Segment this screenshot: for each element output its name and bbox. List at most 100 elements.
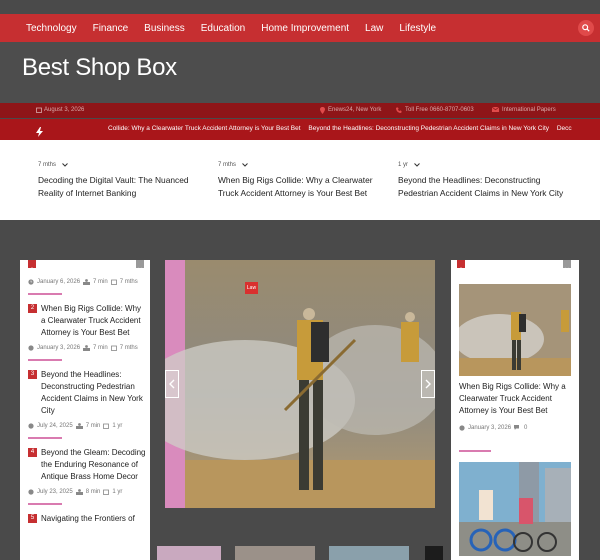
- phone-number[interactable]: Toll Free 0660-8707-0603: [405, 107, 474, 113]
- featured-post: 7 mths When Big Rigs Collide: Why a Clea…: [218, 162, 388, 200]
- widget-tab-indicator[interactable]: [28, 260, 36, 271]
- divider: [28, 359, 62, 361]
- nav-item-education[interactable]: Education: [201, 23, 245, 34]
- comments-icon: [514, 425, 520, 430]
- slide-image-firefighter: [165, 260, 435, 508]
- location-pin-icon: [320, 107, 325, 116]
- chevron-up-icon: [458, 267, 464, 271]
- post-date: January 3, 2026: [37, 345, 81, 351]
- ticker-link[interactable]: Collide: Why a Clearwater Truck Accident…: [108, 125, 301, 132]
- chevron-left-icon: [169, 379, 175, 389]
- reading-time-icon: [75, 423, 83, 429]
- search-button[interactable]: [578, 20, 594, 36]
- ticker-track: Collide: Why a Clearwater Truck Accident…: [108, 125, 578, 132]
- nav-item-law[interactable]: Law: [365, 23, 383, 34]
- post-age: 1 yr: [398, 162, 409, 168]
- chevron-down-icon: [137, 267, 143, 271]
- featured-post-title[interactable]: Decoding the Digital Vault: The Nuanced …: [38, 174, 208, 200]
- slide-thumbnail[interactable]: [329, 546, 409, 560]
- item-number: 3: [28, 370, 37, 379]
- category-badge[interactable]: Law: [245, 282, 258, 294]
- featured-post-title[interactable]: When Big Rigs Collide: Why a Clearwater …: [218, 174, 388, 200]
- post-read-time: 7 min: [93, 279, 108, 285]
- site-header: Best Shop Box: [0, 42, 600, 103]
- calendar-icon: [103, 489, 110, 495]
- calendar-icon: [110, 345, 117, 351]
- post-date: July 23, 2025: [37, 489, 73, 495]
- chevron-down-icon[interactable]: [414, 163, 420, 167]
- post-age: 7 mths: [218, 162, 237, 168]
- post-age: 7 mths: [119, 345, 138, 351]
- featured-posts: 7 mths Decoding the Digital Vault: The N…: [0, 140, 600, 220]
- main-slider: Law: [165, 260, 435, 508]
- slide-thumbnail[interactable]: [425, 546, 443, 560]
- divider: [28, 437, 62, 439]
- slide-thumbnail[interactable]: [157, 546, 221, 560]
- featured-post: 1 yr Beyond the Headlines: Deconstructin…: [398, 162, 568, 200]
- calendar-icon: [36, 107, 42, 115]
- list-item: 5 Navigating the Frontiers of: [28, 513, 146, 525]
- post-thumbnail-cyclists[interactable]: [459, 462, 571, 556]
- site-title[interactable]: Best Shop Box: [22, 54, 177, 82]
- ticker-link[interactable]: Beyond the Headlines: Deconstructing Ped…: [308, 125, 549, 132]
- location-text: Enews24, New York: [328, 107, 382, 113]
- list-item: 4 Beyond the Gleam: Decoding the Endurin…: [28, 447, 146, 483]
- divider: [28, 293, 62, 295]
- lightning-bolt-icon: [36, 124, 43, 140]
- chevron-right-icon: [425, 379, 431, 389]
- slider-next-button[interactable]: [421, 370, 435, 398]
- calendar-icon: [110, 279, 117, 285]
- widget-tab-indicator[interactable]: [457, 260, 465, 271]
- sidebar-posts: When Big Rigs Collide: Why a Clearwater …: [451, 260, 579, 560]
- email-text[interactable]: International Papers: [502, 107, 556, 113]
- post-age: 1 yr: [112, 489, 123, 495]
- nav-item-business[interactable]: Business: [144, 23, 185, 34]
- list-item-title[interactable]: Navigating the Frontiers of: [41, 513, 135, 525]
- comment-count[interactable]: 0: [524, 425, 527, 431]
- calendar-icon: [103, 423, 110, 429]
- nav-item-technology[interactable]: Technology: [26, 23, 77, 34]
- nav-item-lifestyle[interactable]: Lifestyle: [399, 23, 436, 34]
- slide-thumbnail[interactable]: [235, 546, 315, 560]
- clock-icon: [459, 425, 465, 431]
- featured-post-title[interactable]: Beyond the Headlines: Deconstructing Ped…: [398, 174, 568, 200]
- nav-item-home-improvement[interactable]: Home Improvement: [261, 23, 349, 34]
- featured-post: 7 mths Decoding the Digital Vault: The N…: [38, 162, 208, 200]
- post-read-time: 8 min: [85, 489, 101, 495]
- post-thumbnail-firefighter[interactable]: [459, 284, 571, 376]
- slider-prev-button[interactable]: [165, 370, 179, 398]
- list-item-title[interactable]: Beyond the Headlines: Deconstructing Ped…: [41, 369, 146, 417]
- chevron-down-icon[interactable]: [242, 163, 248, 167]
- list-item: 2 When Big Rigs Collide: Why a Clearwate…: [28, 303, 146, 339]
- clock-icon: [28, 279, 34, 285]
- nav-item-finance[interactable]: Finance: [93, 23, 129, 34]
- post-meta: July 24, 2025 7 min 1 yr: [28, 423, 146, 429]
- sidebar-post-title[interactable]: When Big Rigs Collide: Why a Clearwater …: [459, 381, 573, 417]
- list-item-title[interactable]: When Big Rigs Collide: Why a Clearwater …: [41, 303, 146, 339]
- item-number: 2: [28, 304, 37, 313]
- post-meta: January 3, 2026 0: [459, 425, 527, 431]
- post-age: 7 mths: [119, 279, 138, 285]
- top-navigation: Technology Finance Business Education Ho…: [0, 14, 600, 42]
- list-item-title[interactable]: Beyond the Gleam: Decoding the Enduring …: [41, 447, 146, 483]
- clock-icon: [28, 489, 34, 495]
- list-item: 3 Beyond the Headlines: Deconstructing P…: [28, 369, 146, 417]
- widget-toggle[interactable]: [136, 260, 144, 271]
- widget-toggle[interactable]: [563, 260, 571, 271]
- email-icon: [491, 106, 500, 114]
- post-meta: January 6, 2026 7 min 7 mths: [28, 279, 146, 285]
- post-date: January 6, 2026: [37, 279, 81, 285]
- current-date: August 3, 2026: [44, 107, 85, 113]
- item-number: 4: [28, 448, 37, 457]
- slider-thumbnails: [155, 546, 445, 560]
- reading-time-icon: [83, 345, 91, 351]
- post-read-time: 7 min: [85, 423, 101, 429]
- post-age: 7 mths: [38, 162, 57, 168]
- popular-posts-list: January 6, 2026 7 min 7 mths 2 When Big …: [20, 260, 150, 560]
- chevron-down-icon[interactable]: [62, 163, 68, 167]
- post-age: 1 yr: [112, 423, 123, 429]
- reading-time-icon: [83, 279, 91, 285]
- ticker-link[interactable]: Decc: [557, 125, 572, 132]
- search-icon: [582, 24, 590, 32]
- info-bar: August 3, 2026 Enews24, New York Toll Fr…: [0, 103, 600, 118]
